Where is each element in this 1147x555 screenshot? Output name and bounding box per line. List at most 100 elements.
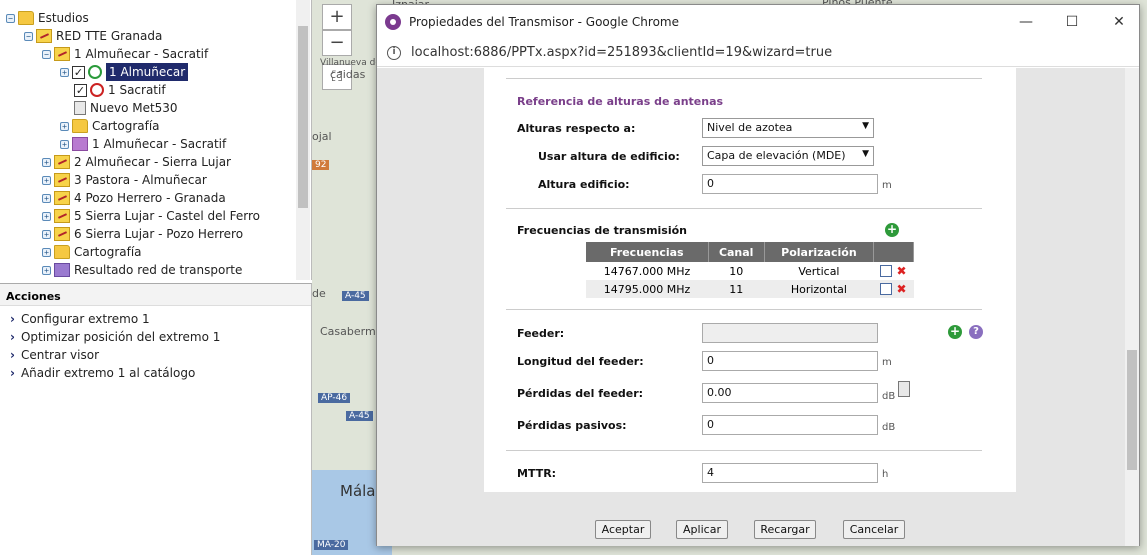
page-content: Referencia de alturas de antenas Alturas… bbox=[377, 68, 1139, 546]
address-bar[interactable]: i localhost:6886/PPTx.aspx?id=251893&cli… bbox=[377, 39, 1139, 67]
feeder-input[interactable] bbox=[702, 323, 878, 343]
tree-item-label: 1 Almuñecar bbox=[106, 63, 189, 81]
tree-item-estudios[interactable]: − Estudios bbox=[6, 9, 89, 27]
road-label: AP-46 bbox=[318, 393, 351, 403]
tree-item-almunecar[interactable]: + ✓ 1 Almuñecar bbox=[60, 63, 189, 81]
calculator-icon bbox=[74, 101, 86, 115]
checkbox[interactable]: ✓ bbox=[74, 83, 87, 97]
tree-item-red[interactable]: − RED TTE Granada bbox=[24, 27, 162, 45]
action-configure[interactable]: Configurar extremo 1 bbox=[0, 310, 311, 328]
tree-item-sacratif[interactable]: ✓ 1 Sacratif bbox=[74, 81, 166, 99]
tree-item-label: 1 Almuñecar - Sacratif bbox=[92, 137, 227, 151]
road-label: 92 bbox=[312, 160, 330, 170]
actions-panel: Acciones Configurar extremo 1 Optimizar … bbox=[0, 283, 312, 555]
use-building-select[interactable]: Capa de elevación (MDE) ▼ bbox=[702, 146, 874, 166]
feeder-length-input[interactable]: 0 bbox=[702, 351, 878, 371]
use-building-label: Usar altura de edificio: bbox=[538, 150, 680, 163]
reload-button[interactable]: Recargar bbox=[754, 520, 816, 539]
transmitter-icon bbox=[90, 83, 104, 97]
delete-icon[interactable]: ✖ bbox=[896, 282, 906, 296]
tree-item-label: 6 Sierra Lujar - Pozo Herrero bbox=[74, 227, 244, 241]
transmitter-icon bbox=[88, 65, 102, 79]
expand-icon[interactable]: + bbox=[60, 121, 69, 131]
collapse-icon[interactable]: − bbox=[24, 31, 33, 41]
info-icon[interactable]: i bbox=[387, 45, 401, 60]
feeder-loss-input[interactable]: 0.00 bbox=[702, 383, 878, 403]
accept-button[interactable]: Aceptar bbox=[595, 520, 651, 539]
mttr-label: MTTR: bbox=[517, 467, 557, 480]
close-icon[interactable]: ✕ bbox=[1110, 13, 1128, 31]
action-center-view[interactable]: Centrar visor bbox=[0, 346, 311, 364]
canal-cell: 11 bbox=[708, 280, 765, 298]
action-add-catalog[interactable]: Añadir extremo 1 al catálogo bbox=[0, 364, 311, 382]
expand-icon[interactable]: + bbox=[42, 247, 51, 257]
tree-item-label: Resultado red de transporte bbox=[74, 263, 243, 277]
result-icon bbox=[54, 263, 70, 277]
feeder-length-label: Longitud del feeder: bbox=[517, 355, 644, 368]
maximize-icon[interactable]: ☐ bbox=[1063, 13, 1081, 31]
window-scrollbar-thumb[interactable] bbox=[1127, 350, 1137, 470]
chevron-down-icon: ▼ bbox=[862, 149, 869, 159]
tree-item-cartografia-2[interactable]: + Cartografía bbox=[42, 243, 142, 261]
zoom-out-button[interactable]: − bbox=[322, 30, 352, 56]
delete-icon[interactable]: ✖ bbox=[896, 264, 906, 278]
window-titlebar[interactable]: Propiedades del Transmisor - Google Chro… bbox=[377, 5, 1139, 39]
window-scrollbar[interactable] bbox=[1125, 68, 1139, 546]
column-header: Frecuencias bbox=[586, 242, 709, 262]
mttr-input[interactable]: 4 bbox=[702, 463, 878, 483]
expand-icon[interactable]: + bbox=[42, 265, 51, 275]
edit-icon[interactable] bbox=[880, 283, 893, 295]
add-feeder-icon[interactable]: + bbox=[948, 325, 962, 339]
map-label: de bbox=[312, 287, 326, 300]
expand-icon[interactable]: + bbox=[42, 175, 51, 185]
passive-loss-input[interactable]: 0 bbox=[702, 415, 878, 435]
table-row: 14767.000 MHz 10 Vertical ✖ bbox=[586, 262, 914, 280]
unit-label: m bbox=[882, 357, 892, 368]
tree-item-met[interactable]: Nuevo Met530 bbox=[74, 99, 178, 117]
help-icon[interactable]: ? bbox=[969, 325, 983, 339]
expand-icon[interactable]: + bbox=[42, 157, 51, 167]
expand-icon[interactable]: + bbox=[42, 229, 51, 239]
heights-label: Alturas respecto a: bbox=[517, 122, 636, 135]
add-frequency-icon[interactable]: + bbox=[885, 223, 899, 237]
expand-icon[interactable]: + bbox=[42, 193, 51, 203]
edit-icon[interactable] bbox=[880, 265, 893, 277]
tree-item-label: Nuevo Met530 bbox=[90, 101, 178, 115]
folder-icon bbox=[72, 119, 88, 133]
tree-item-link-1[interactable]: − 1 Almuñecar - Sacratif bbox=[42, 45, 208, 63]
building-height-label: Altura edificio: bbox=[538, 178, 630, 191]
minimize-icon[interactable]: — bbox=[1017, 13, 1035, 31]
column-header: Canal bbox=[708, 242, 765, 262]
tree-item-resultado[interactable]: + Resultado red de transporte bbox=[42, 261, 242, 279]
heights-select-value: Nivel de azotea bbox=[707, 121, 793, 134]
cancel-button[interactable]: Cancelar bbox=[843, 520, 905, 539]
tree-item-link-2[interactable]: + 2 Almuñecar - Sierra Lujar bbox=[42, 153, 231, 171]
heights-select[interactable]: Nivel de azotea ▼ bbox=[702, 118, 874, 138]
expand-icon[interactable]: + bbox=[60, 67, 69, 77]
zoom-in-button[interactable]: + bbox=[322, 4, 352, 30]
collapse-icon[interactable]: − bbox=[42, 49, 51, 59]
collapse-icon[interactable]: − bbox=[6, 13, 15, 23]
tree-item-link-3[interactable]: + 3 Pastora - Almuñecar bbox=[42, 171, 207, 189]
folder-icon bbox=[54, 245, 70, 259]
tree-item-link-6[interactable]: + 6 Sierra Lujar - Pozo Herrero bbox=[42, 225, 243, 243]
calculator-icon[interactable] bbox=[898, 381, 910, 397]
unit-label: m bbox=[882, 180, 892, 191]
tree-item-link-4[interactable]: + 4 Pozo Herrero - Granada bbox=[42, 189, 226, 207]
tree-scrollbar-thumb[interactable] bbox=[298, 26, 308, 208]
tree-item-cartografia-1[interactable]: + Cartografía bbox=[60, 117, 160, 135]
tree-item-link-5[interactable]: + 5 Sierra Lujar - Castel del Ferro bbox=[42, 207, 260, 225]
link-icon bbox=[54, 191, 70, 205]
tree-item-label: 5 Sierra Lujar - Castel del Ferro bbox=[74, 209, 260, 223]
apply-button[interactable]: Aplicar bbox=[676, 520, 728, 539]
divider bbox=[506, 309, 982, 310]
chrome-window: Propiedades del Transmisor - Google Chro… bbox=[376, 4, 1140, 546]
expand-icon[interactable]: + bbox=[60, 139, 69, 149]
expand-icon[interactable]: + bbox=[42, 211, 51, 221]
section-heights-title: Referencia de alturas de antenas bbox=[517, 95, 724, 108]
building-height-input[interactable]: 0 bbox=[702, 174, 878, 194]
tree-item-link-profile[interactable]: + 1 Almuñecar - Sacratif bbox=[60, 135, 226, 153]
link-icon bbox=[54, 227, 70, 241]
checkbox[interactable]: ✓ bbox=[72, 65, 85, 79]
action-optimize[interactable]: Optimizar posición del extremo 1 bbox=[0, 328, 311, 346]
